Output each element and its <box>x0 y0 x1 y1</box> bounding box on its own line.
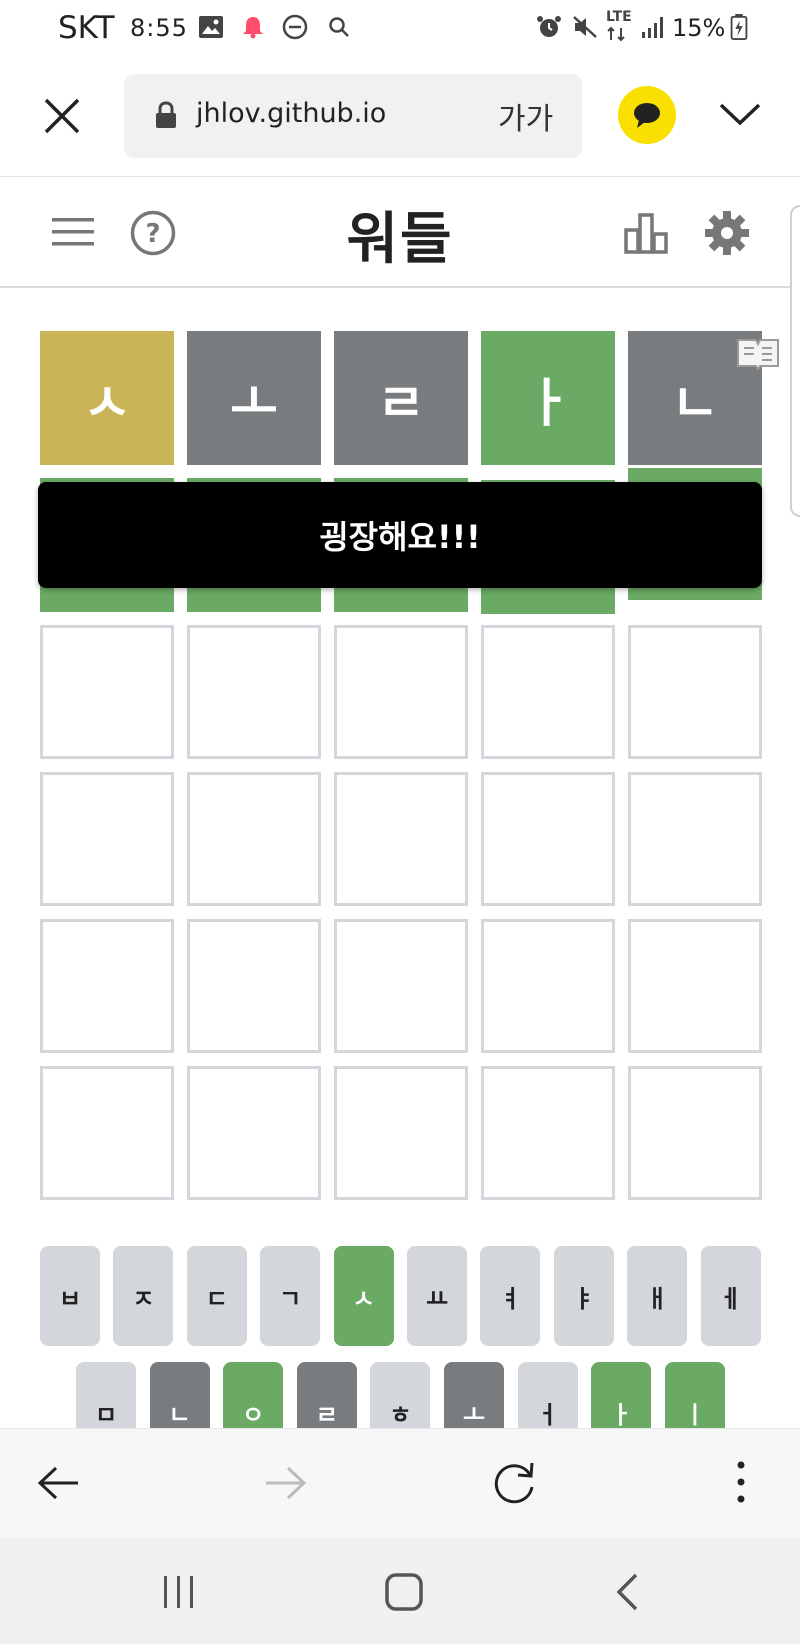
network-type: LTE <box>606 9 632 25</box>
battery-icon <box>730 14 748 40</box>
status-bar: SKT 8:55 LTE 15% <box>0 0 800 56</box>
lock-icon <box>156 101 176 128</box>
reader-mode-icon[interactable] <box>736 336 780 370</box>
tile-r6-c2 <box>187 1066 321 1200</box>
url-text: jhlov.github.io <box>196 98 387 129</box>
arrow-left-icon[interactable] <box>36 1465 80 1501</box>
alarm-icon <box>537 16 561 37</box>
key-row1-10[interactable]: ㅔ <box>700 1246 761 1346</box>
tile-r3-c3 <box>334 625 468 759</box>
bell-icon <box>243 17 263 39</box>
tile-r1-c1: ㅅ <box>40 331 174 465</box>
arrow-right-icon[interactable] <box>264 1465 308 1501</box>
clock: 8:55 <box>130 14 188 42</box>
tile-r3-c4 <box>481 625 615 759</box>
battery-percent: 15% <box>672 14 726 42</box>
tile-r5-c4 <box>481 919 615 1053</box>
gear-icon[interactable] <box>704 210 750 256</box>
tile-r3-c2 <box>187 625 321 759</box>
kakaotalk-icon <box>634 103 660 128</box>
tile-r4-c2 <box>187 772 321 906</box>
reload-icon[interactable] <box>490 1459 538 1507</box>
key-row1-5[interactable]: ㅅ <box>333 1246 394 1346</box>
tile-r3-c5 <box>628 625 762 759</box>
search-icon <box>329 17 349 37</box>
toast-message: 굉장해요!!! <box>38 482 762 588</box>
back-icon[interactable] <box>614 1572 640 1612</box>
do-not-disturb-icon <box>282 14 308 40</box>
tile-r4-c3 <box>334 772 468 906</box>
home-icon[interactable] <box>384 1572 424 1612</box>
system-navigation-bar <box>0 1538 800 1644</box>
image-icon <box>199 16 223 38</box>
kakaotalk-button[interactable] <box>618 86 676 144</box>
tile-r4-c4 <box>481 772 615 906</box>
key-row1-9[interactable]: ㅐ <box>627 1246 688 1346</box>
page-title: 워들 <box>346 207 454 272</box>
signal-icon <box>642 17 663 38</box>
close-icon[interactable] <box>42 96 82 136</box>
tile-r1-c4: ㅏ <box>481 331 615 465</box>
key-row1-4[interactable]: ㄱ <box>260 1246 321 1346</box>
app-header: ? 워들 <box>0 176 790 288</box>
tile-r6-c4 <box>481 1066 615 1200</box>
tile-r4-c5 <box>628 772 762 906</box>
recent-apps-icon[interactable] <box>162 1574 196 1610</box>
key-row1-6[interactable]: ㅛ <box>407 1246 467 1346</box>
tile-r1-c2: ㅗ <box>187 331 321 465</box>
tile-r5-c3 <box>334 919 468 1053</box>
mute-icon <box>573 16 597 38</box>
edge-panel-handle[interactable] <box>790 205 800 517</box>
key-row1-1[interactable]: ㅂ <box>40 1246 100 1346</box>
browser-toolbar: jhlov.github.io 가가 <box>0 56 800 177</box>
data-arrows-icon <box>607 26 625 42</box>
tile-r6-c1 <box>40 1066 174 1200</box>
tile-r1-c3: ㄹ <box>334 331 468 465</box>
tile-r3-c1 <box>40 625 174 759</box>
tile-r5-c5 <box>628 919 762 1053</box>
key-row1-8[interactable]: ㅑ <box>553 1246 614 1346</box>
carrier-label: SKT <box>58 10 115 46</box>
tile-r6-c3 <box>334 1066 468 1200</box>
tile-r5-c1 <box>40 919 174 1053</box>
browser-bottom-bar <box>0 1428 800 1539</box>
chevron-down-icon[interactable] <box>718 100 762 128</box>
address-bar[interactable]: jhlov.github.io 가가 <box>124 74 582 158</box>
tile-r5-c2 <box>187 919 321 1053</box>
more-vertical-icon[interactable] <box>734 1459 748 1505</box>
stats-icon[interactable] <box>624 212 668 254</box>
tile-r4-c1 <box>40 772 174 906</box>
key-row1-2[interactable]: ㅈ <box>113 1246 174 1346</box>
text-size-button[interactable]: 가가 <box>498 94 553 138</box>
tile-r6-c5 <box>628 1066 762 1200</box>
key-row1-3[interactable]: ㄷ <box>186 1246 247 1346</box>
key-row1-7[interactable]: ㅕ <box>480 1246 541 1346</box>
